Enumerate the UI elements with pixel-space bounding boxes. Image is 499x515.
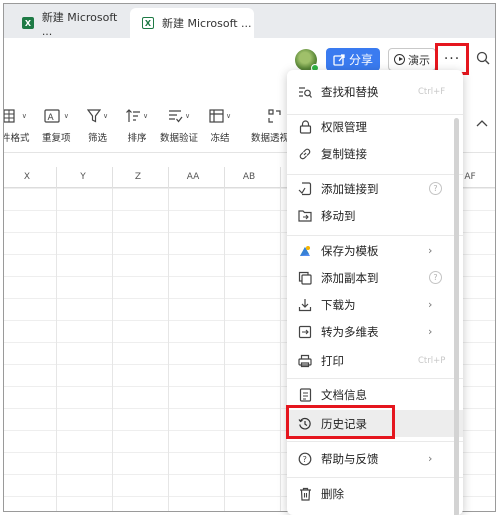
present-button[interactable]: 演示 <box>388 48 436 71</box>
menu-item-label: 转为多维表 <box>321 324 379 339</box>
menu-item-print[interactable]: 打印 Ctrl+P <box>287 347 463 374</box>
convert-icon <box>298 325 312 338</box>
tool-label: 冻结 <box>210 133 230 144</box>
menu-item-label: 文档信息 <box>321 387 367 402</box>
share-label: 分享 <box>348 53 373 67</box>
freeze-icon <box>209 109 224 123</box>
doc-info-icon <box>299 387 311 402</box>
more-label: ··· <box>443 51 461 67</box>
column-header[interactable]: AA <box>178 167 208 188</box>
menu-divider <box>287 441 463 442</box>
chevron-up-icon[interactable] <box>476 119 488 127</box>
menu-item-download-as[interactable]: 下载为 › <box>287 291 463 318</box>
tool-label: 重复项 <box>42 133 71 144</box>
column-divider <box>224 167 225 188</box>
column-divider <box>56 167 57 188</box>
column-header[interactable]: X <box>14 167 40 188</box>
menu-item-label: 复制链接 <box>321 146 367 161</box>
duplicates-icon: A <box>44 108 60 123</box>
print-icon <box>298 354 312 367</box>
more-options-menu: 查找和替换 Ctrl+F 权限管理 复制链接 添加链接到 ? 移动到 保存为模板… <box>287 70 463 515</box>
menu-item-add-link-to[interactable]: 添加链接到 ? <box>287 175 463 202</box>
svg-text:?: ? <box>303 455 307 464</box>
menu-item-save-template[interactable]: 保存为模板 › <box>287 237 463 264</box>
help-icon: ? <box>298 452 312 465</box>
column-divider <box>112 167 113 188</box>
share-icon <box>333 53 345 66</box>
tab-bar: X 新建 Microsoft ... X 新建 Microsoft ... <box>4 4 495 38</box>
menu-item-label: 帮助与反馈 <box>321 451 379 466</box>
play-icon <box>394 54 405 65</box>
copy-icon <box>298 271 312 285</box>
menu-divider <box>287 378 463 379</box>
present-label: 演示 <box>408 53 430 67</box>
chevron-right-icon: › <box>428 244 433 257</box>
filter-icon <box>87 109 101 123</box>
tool-label: 筛选 <box>88 133 108 144</box>
menu-item-label: 下载为 <box>321 297 356 312</box>
conditional-format-tool[interactable]: ∨ 件格式 <box>3 108 30 144</box>
menu-item-label: 移动到 <box>321 208 356 223</box>
column-header[interactable]: Y <box>70 167 96 188</box>
tab-document-2-active[interactable]: X 新建 Microsoft ... <box>130 8 254 38</box>
tab-document-1[interactable]: X 新建 Microsoft ... <box>10 8 130 38</box>
add-link-icon <box>298 181 312 195</box>
sort-icon <box>126 109 140 122</box>
column-header[interactable]: Z <box>125 167 151 188</box>
data-validation-tool[interactable]: ∨ 数据验证 <box>160 108 198 144</box>
search-icon[interactable] <box>476 51 490 65</box>
data-validation-icon <box>168 110 183 123</box>
pivot-table-icon <box>268 109 281 123</box>
tool-label: 排序 <box>127 133 147 144</box>
sort-tool[interactable]: ∨ 排序 <box>126 108 148 144</box>
column-divider <box>168 167 169 188</box>
menu-divider <box>287 477 463 478</box>
menu-item-label: 权限管理 <box>321 119 367 134</box>
menu-item-convert-multidim[interactable]: 转为多维表 › <box>287 318 463 345</box>
menu-item-add-copy-to[interactable]: 添加副本到 ? <box>287 264 463 291</box>
chevron-right-icon: › <box>428 452 433 465</box>
menu-item-label: 删除 <box>321 486 344 501</box>
menu-item-copy-link[interactable]: 复制链接 <box>287 140 463 167</box>
template-icon <box>300 245 310 256</box>
download-icon <box>298 298 312 311</box>
menu-divider <box>287 235 463 236</box>
help-hint-icon[interactable]: ? <box>429 182 442 195</box>
menu-item-label: 保存为模板 <box>321 243 379 258</box>
link-icon <box>299 148 311 159</box>
shortcut-hint: Ctrl+P <box>418 355 446 366</box>
tool-label: 数据验证 <box>160 133 199 144</box>
excel-file-icon: X <box>142 17 154 29</box>
lock-icon <box>299 119 311 134</box>
folder-move-icon <box>298 210 312 222</box>
menu-item-move-to[interactable]: 移动到 <box>287 202 463 229</box>
menu-item-find-replace[interactable]: 查找和替换 Ctrl+F <box>287 78 463 105</box>
menu-scrollbar[interactable] <box>454 118 459 515</box>
column-header[interactable]: AB <box>234 167 264 188</box>
menu-item-help-feedback[interactable]: ? 帮助与反馈 › <box>287 445 463 472</box>
duplicates-tool[interactable]: A ∨ 重复项 <box>42 108 71 144</box>
filter-tool[interactable]: ∨ 筛选 <box>87 108 108 144</box>
chevron-right-icon: › <box>428 325 433 338</box>
excel-file-icon: X <box>22 17 34 29</box>
help-hint-icon[interactable]: ? <box>429 271 442 284</box>
conditional-format-icon <box>4 109 15 123</box>
menu-item-delete[interactable]: 删除 <box>287 480 463 507</box>
find-replace-icon <box>299 86 312 98</box>
tool-label: 件格式 <box>3 133 30 144</box>
tab-label: 新建 Microsoft ... <box>41 10 118 38</box>
column-divider <box>280 167 281 188</box>
svg-text:A: A <box>47 113 54 123</box>
trash-icon <box>299 487 311 501</box>
shortcut-hint: Ctrl+F <box>418 86 446 97</box>
menu-item-doc-info[interactable]: 文档信息 <box>287 381 463 408</box>
menu-item-permissions[interactable]: 权限管理 <box>287 113 463 140</box>
tab-label: 新建 Microsoft ... <box>162 17 252 30</box>
freeze-tool[interactable]: ∨ 冻结 <box>209 108 231 144</box>
chevron-right-icon: › <box>428 298 433 311</box>
history-highlight-annotation <box>286 405 395 439</box>
share-button[interactable]: 分享 <box>326 48 380 71</box>
